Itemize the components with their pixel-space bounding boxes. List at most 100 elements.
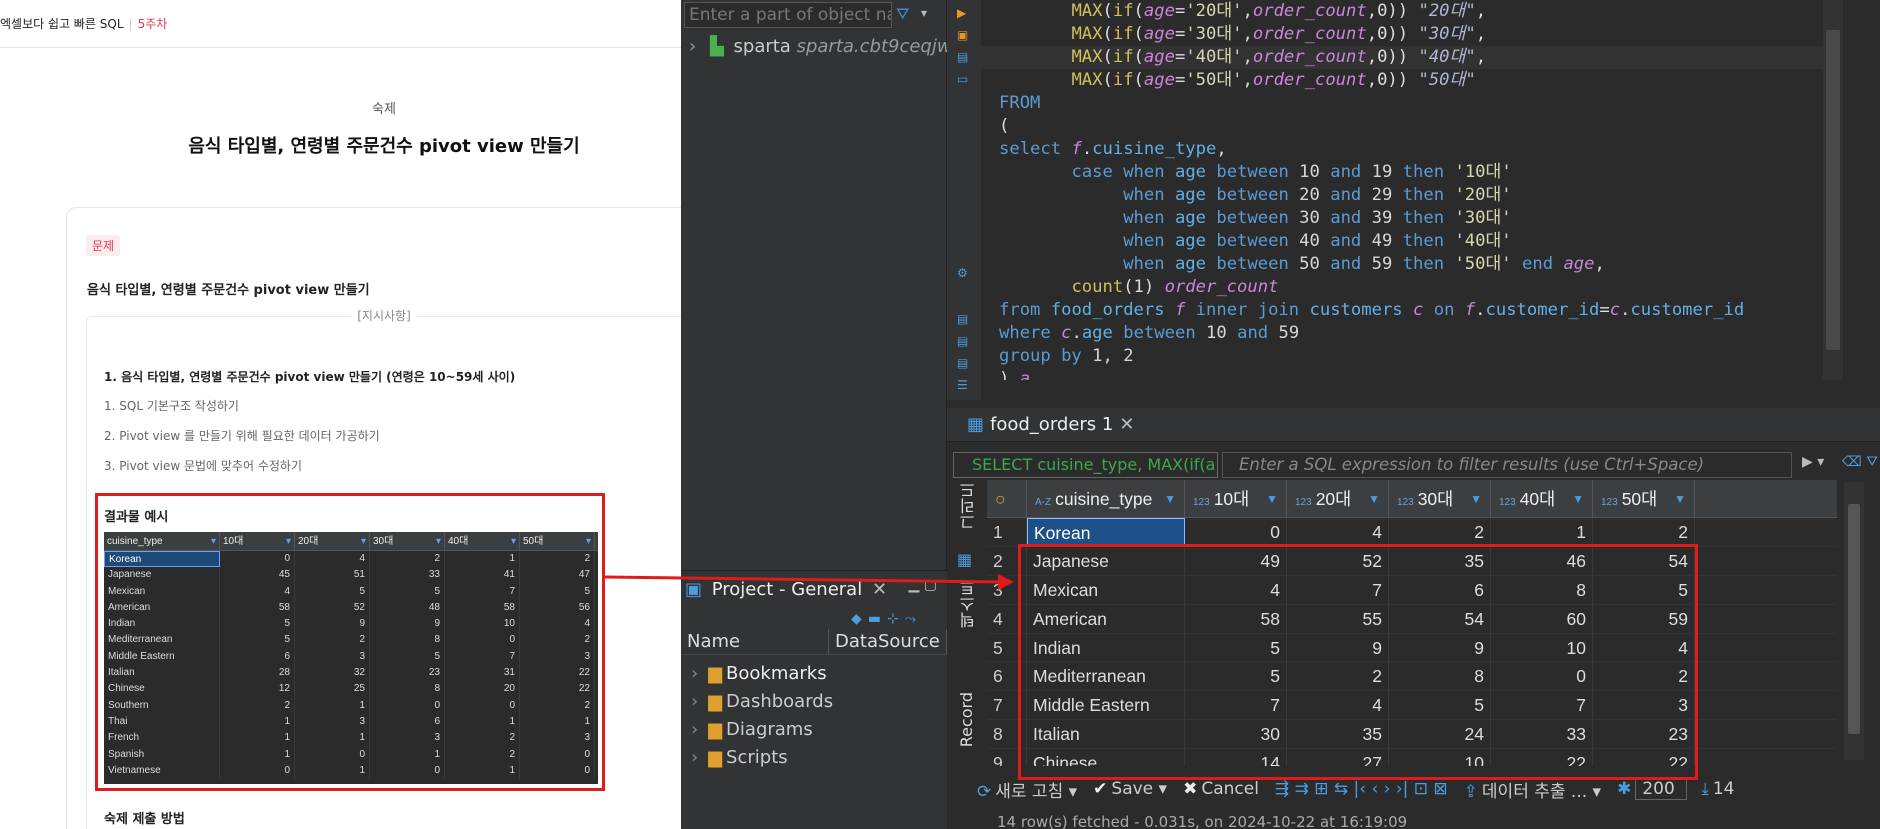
- navigation-icons[interactable]: ⇶ ⇉ ⊞ ⇆ |‹ ‹ › ›| ⊡ ⊠: [1275, 779, 1448, 799]
- project-item-bookmarks[interactable]: › ▆ Bookmarks: [691, 663, 827, 684]
- document-icon[interactable]: ▤: [957, 312, 968, 326]
- chevron-right-icon[interactable]: ›: [689, 36, 696, 57]
- scrollbar-thumb[interactable]: [1848, 504, 1860, 734]
- explain-icon[interactable]: ▤: [957, 50, 968, 64]
- submit-method-title: 숙제 제출 방법: [104, 812, 185, 827]
- example-table-cell: 58: [445, 599, 520, 617]
- document-icon[interactable]: ▤: [957, 356, 968, 370]
- example-table-cell: 1: [520, 713, 595, 731]
- example-table-cell: 0: [295, 746, 370, 763]
- table-cell[interactable]: 2: [1593, 518, 1695, 546]
- column-name[interactable]: Name: [681, 629, 829, 654]
- week-label[interactable]: 5주차: [138, 15, 168, 32]
- sort-icon[interactable]: ▼: [1368, 480, 1380, 518]
- outline-icon[interactable]: ☰: [957, 378, 968, 392]
- grid-header: ○ A-Z cuisine_type ▼ 123 10대 ▼ 123 20대 ▼ 123 30…: [987, 480, 1837, 518]
- project-item-dashboards[interactable]: › ▆ Dashboards: [691, 691, 833, 712]
- grid-vertical-scrollbar[interactable]: [1844, 482, 1864, 760]
- document-icon[interactable]: ▤: [957, 334, 968, 348]
- sort-icon[interactable]: ▼: [1266, 480, 1278, 518]
- column-datasource[interactable]: DataSource: [829, 629, 947, 654]
- example-title: 결과물 예시: [104, 510, 169, 525]
- folder-icon: ▆: [708, 691, 723, 712]
- settings-icon[interactable]: ⚙: [957, 266, 968, 280]
- table-cell[interactable]: 1: [1491, 518, 1593, 546]
- save-button[interactable]: ✔ Save ▾: [1093, 779, 1167, 799]
- table-cell[interactable]: Korean: [1027, 518, 1185, 546]
- chevron-right-icon[interactable]: ›: [691, 719, 698, 740]
- grid-header-cell[interactable]: 123 20대 ▼: [1287, 480, 1389, 517]
- connection-node[interactable]: › ▙ sparta sparta.cbt9ceqjwl...: [689, 36, 974, 57]
- example-table-cell: 22: [520, 665, 595, 682]
- terminal-icon[interactable]: ▭: [957, 72, 968, 86]
- grid-header-cell[interactable]: A-Z cuisine_type ▼: [1027, 480, 1185, 517]
- chevron-down-icon[interactable]: ▾: [921, 6, 927, 20]
- code-line: from food_orders f inner join customers …: [999, 300, 1745, 320]
- example-table-cell: 22: [520, 681, 595, 698]
- grid-corner[interactable]: ○: [987, 480, 1027, 517]
- project-tools-icon[interactable]: ◆▬⊹⤳: [851, 611, 922, 627]
- record-view-tab[interactable]: Record: [957, 692, 976, 747]
- grid-header-cell[interactable]: 123 10대 ▼: [1185, 480, 1287, 517]
- example-table-cell: 0: [520, 746, 595, 763]
- number-type-icon: 123: [1295, 497, 1312, 508]
- chevron-right-icon[interactable]: ›: [691, 691, 698, 712]
- chevron-right-icon[interactable]: ›: [691, 663, 698, 684]
- cancel-button[interactable]: ✖ Cancel: [1183, 779, 1259, 799]
- query-text[interactable]: SELECT cuisine_type, MAX(if(a: [953, 452, 1218, 478]
- grid-icon[interactable]: ▦: [957, 550, 972, 569]
- filter-input[interactable]: Enter a SQL expression to filter results…: [1222, 452, 1792, 478]
- navigator-filter-input[interactable]: Enter a part of object nar: [684, 2, 892, 28]
- example-table-cell: Mediterranean: [104, 632, 220, 649]
- chevron-right-icon[interactable]: ›: [691, 747, 698, 768]
- row-number[interactable]: 1: [987, 518, 1027, 546]
- code-line: ) a: [999, 369, 1031, 380]
- eraser-icon[interactable]: ⌫ ⛛: [1842, 454, 1878, 470]
- filter-icon[interactable]: ⛛: [896, 4, 909, 24]
- sort-icon[interactable]: ▼: [1470, 480, 1482, 518]
- example-table-cell: 9: [370, 616, 445, 633]
- fetch-count-icon[interactable]: ⤓: [1701, 779, 1709, 799]
- editor-vertical-scrollbar[interactable]: [1823, 0, 1843, 380]
- example-table-cell: 5: [370, 583, 445, 600]
- example-table-cell: 0: [445, 697, 520, 714]
- grid-header-cell[interactable]: 123 50대 ▼: [1593, 480, 1695, 517]
- project-item-diagrams[interactable]: › ▆ Diagrams: [691, 719, 813, 740]
- table-icon: ▦: [967, 414, 985, 435]
- tab-food-orders[interactable]: ▦ food_orders 1 ✕: [967, 414, 1134, 435]
- course-name[interactable]: 엑셀보다 쉽고 빠른 SQL: [0, 15, 124, 32]
- sql-editor[interactable]: MAX(if(age='20대',order_count,0)) "20대", …: [981, 0, 1880, 380]
- fetch-size-input[interactable]: 200: [1635, 778, 1688, 800]
- project-panel: ▣ Project - General ✕ ▁ ▢ ◆▬⊹⤳ Name Data…: [681, 570, 947, 829]
- sort-icon[interactable]: ▼: [1674, 480, 1686, 518]
- example-table-cell: Thai: [104, 713, 220, 731]
- example-table-cell: 5: [220, 632, 295, 649]
- problem-badge: 문제: [86, 235, 121, 256]
- execute-icon[interactable]: ▶: [957, 6, 966, 20]
- grid-view-tab[interactable]: 그리드: [957, 482, 981, 530]
- close-icon[interactable]: ✕: [872, 579, 887, 600]
- project-item-scripts[interactable]: › ▆ Scripts: [691, 747, 788, 768]
- table-cell[interactable]: 2: [1389, 518, 1491, 546]
- sort-icon[interactable]: ▼: [1572, 480, 1584, 518]
- refresh-button[interactable]: ⟳ 새로 고침 ▾: [977, 777, 1077, 802]
- export-button[interactable]: ⇪ 데이터 추출 ... ▾: [1464, 777, 1601, 802]
- code-line: where c.age between 10 and 59: [999, 323, 1300, 343]
- number-type-icon: 123: [1601, 497, 1618, 508]
- grid-header-cell[interactable]: 123 30대 ▼: [1389, 480, 1491, 517]
- table-cell[interactable]: 0: [1185, 518, 1287, 546]
- text-view-tab[interactable]: 텍스트: [957, 580, 981, 628]
- grid-header-cell[interactable]: 123 40대 ▼: [1491, 480, 1593, 517]
- window-controls-icon[interactable]: ▁ ▢: [909, 577, 937, 593]
- sort-icon[interactable]: ▼: [1164, 480, 1176, 518]
- table-row[interactable]: 1 Korean 0 4 2 1 2: [987, 518, 1837, 547]
- example-table-cell: 2: [370, 551, 445, 568]
- close-icon[interactable]: ✕: [1119, 414, 1134, 435]
- execute-script-icon[interactable]: ▣: [957, 28, 968, 42]
- example-table-row: American 58 52 48 58 56: [104, 599, 598, 617]
- step-1: 1. SQL 기본구조 작성하기: [104, 399, 239, 413]
- scrollbar-thumb[interactable]: [1826, 30, 1840, 350]
- table-cell[interactable]: 4: [1287, 518, 1389, 546]
- filter-apply-icon[interactable]: ▶ ▾: [1802, 454, 1824, 470]
- tab-project-general[interactable]: ▣ Project - General ✕: [685, 579, 887, 600]
